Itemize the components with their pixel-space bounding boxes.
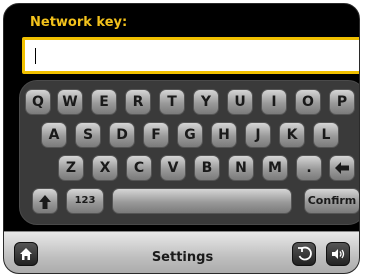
device-screen: Network key: Q W E R T Y U I O P A S D F…	[3, 3, 360, 274]
key-f[interactable]: F	[143, 122, 169, 148]
key-d[interactable]: D	[109, 122, 135, 148]
volume-button[interactable]	[326, 242, 350, 266]
key-v[interactable]: V	[160, 155, 186, 181]
key-l[interactable]: L	[313, 122, 339, 148]
key-j[interactable]: J	[245, 122, 271, 148]
key-w[interactable]: W	[57, 89, 83, 115]
key-o[interactable]: O	[295, 89, 321, 115]
key-s[interactable]: S	[75, 122, 101, 148]
network-key-label: Network key:	[30, 15, 128, 30]
bottom-navigation-bar: Settings	[4, 231, 359, 273]
left-arrow-icon	[330, 161, 354, 175]
key-g[interactable]: G	[177, 122, 203, 148]
key-h[interactable]: H	[211, 122, 237, 148]
key-b[interactable]: B	[194, 155, 220, 181]
back-icon	[293, 246, 315, 262]
key-r[interactable]: R	[125, 89, 151, 115]
key-q[interactable]: Q	[25, 89, 51, 115]
network-key-input[interactable]	[22, 37, 359, 74]
key-a[interactable]: A	[41, 122, 67, 148]
key-period[interactable]: .	[296, 155, 322, 181]
backspace-key[interactable]	[329, 155, 355, 181]
key-t[interactable]: T	[159, 89, 185, 115]
up-arrow-icon	[33, 194, 57, 210]
key-x[interactable]: X	[92, 155, 118, 181]
back-button[interactable]	[292, 242, 316, 266]
numbers-key[interactable]: 123	[66, 188, 104, 214]
key-y[interactable]: Y	[193, 89, 219, 115]
key-k[interactable]: K	[279, 122, 305, 148]
key-u[interactable]: U	[227, 89, 253, 115]
key-c[interactable]: C	[126, 155, 152, 181]
key-z[interactable]: Z	[58, 155, 84, 181]
shift-key[interactable]	[32, 188, 58, 214]
on-screen-keyboard: Q W E R T Y U I O P A S D F G H J K L Z …	[19, 80, 359, 225]
key-p[interactable]: P	[329, 89, 355, 115]
key-e[interactable]: E	[91, 89, 117, 115]
text-caret	[35, 48, 36, 64]
space-key[interactable]	[112, 188, 292, 214]
confirm-key[interactable]: Confirm	[304, 188, 359, 214]
key-i[interactable]: I	[261, 89, 287, 115]
key-m[interactable]: M	[262, 155, 288, 181]
volume-icon	[327, 246, 349, 262]
key-n[interactable]: N	[228, 155, 254, 181]
